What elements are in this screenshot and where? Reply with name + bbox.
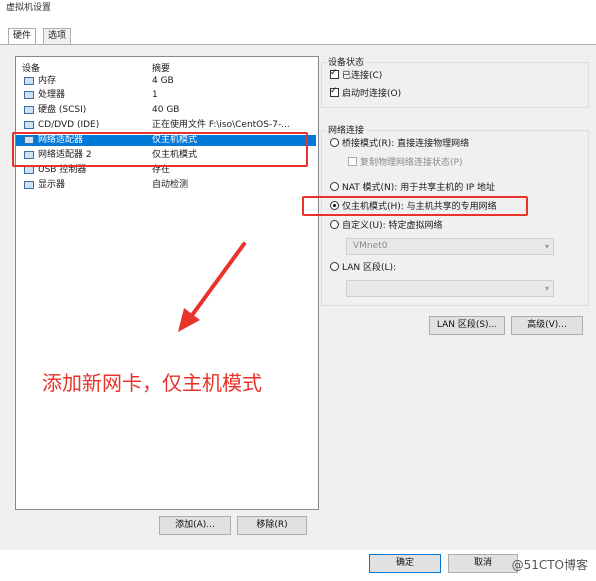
device-row-hard-disk[interactable]: 硬盘 (SCSI) 40 GB xyxy=(16,105,316,116)
network-connection-title: 网络连接 xyxy=(326,123,367,136)
connected-checkbox[interactable]: 已连接(C) xyxy=(330,67,383,82)
lan-segment-select[interactable]: ▾ xyxy=(346,280,554,297)
device-name: 内存 xyxy=(38,76,57,86)
connect-at-power-on-checkbox[interactable]: 启动时连接(O) xyxy=(330,85,402,100)
checkbox-icon xyxy=(330,85,339,97)
device-summary: 自动检测 xyxy=(152,180,189,190)
replicate-state-label: 复制物理网络连接状态(P) xyxy=(360,158,463,168)
device-status-group xyxy=(321,62,589,108)
chevron-down-icon: ▾ xyxy=(544,242,549,251)
custom-label: 自定义(U): 特定虚拟网络 xyxy=(342,221,443,231)
host-only-highlight xyxy=(302,196,528,216)
checkbox-icon xyxy=(348,157,357,166)
device-row-processor[interactable]: 处理器 1 xyxy=(16,90,316,101)
cd-dvd-icon xyxy=(24,121,34,129)
bridged-radio[interactable]: 桥接模式(R): 直接连接物理网络 xyxy=(330,138,469,150)
device-row-memory[interactable]: 内存 4 GB xyxy=(16,76,316,87)
network-adapters-highlight xyxy=(12,132,308,167)
radio-icon xyxy=(330,182,339,191)
add-button[interactable]: 添加(A)... xyxy=(159,516,231,535)
radio-icon xyxy=(330,262,339,271)
device-name: CD/DVD (IDE) xyxy=(38,120,100,130)
advanced-button[interactable]: 高级(V)... xyxy=(511,316,583,335)
hard-disk-icon xyxy=(24,106,34,114)
connect-at-power-on-label: 启动时连接(O) xyxy=(342,89,402,99)
annotation-arrow-icon xyxy=(178,242,246,332)
tab-options[interactable]: 选项 xyxy=(43,28,72,44)
usb-icon xyxy=(24,166,34,174)
annotation-text: 添加新网卡，仅主机模式 xyxy=(42,371,262,395)
device-name: 硬盘 (SCSI) xyxy=(38,105,87,115)
watermark: @51CTO博客 xyxy=(511,558,588,572)
tab-hardware[interactable]: 硬件 xyxy=(8,28,37,45)
device-column-header[interactable]: 设备 xyxy=(22,61,40,74)
connected-label: 已连接(C) xyxy=(342,71,383,81)
custom-network-select[interactable]: VMnet0 ▾ xyxy=(346,238,554,255)
remove-button[interactable]: 移除(R) xyxy=(237,516,307,535)
lan-segments-button[interactable]: LAN 区段(S)... xyxy=(429,316,505,335)
device-summary: 40 GB xyxy=(152,105,180,115)
cancel-button[interactable]: 取消 xyxy=(448,554,518,573)
custom-network-value: VMnet0 xyxy=(353,241,388,251)
custom-radio[interactable]: 自定义(U): 特定虚拟网络 xyxy=(330,220,443,232)
radio-icon xyxy=(330,138,339,147)
device-row-cd-dvd[interactable]: CD/DVD (IDE) 正在使用文件 F:\iso\CentOS-7-... xyxy=(16,120,316,131)
display-icon xyxy=(24,181,34,189)
device-summary: 1 xyxy=(152,90,158,100)
device-row-display[interactable]: 显示器 自动检测 xyxy=(16,180,316,191)
nat-radio[interactable]: NAT 模式(N): 用于共享主机的 IP 地址 xyxy=(330,182,495,194)
memory-icon xyxy=(24,77,34,85)
tab-bar: 硬件 选项 xyxy=(0,28,590,45)
summary-column-header[interactable]: 摘要 xyxy=(152,61,170,74)
lan-segment-label: LAN 区段(L): xyxy=(342,263,397,273)
chevron-down-icon: ▾ xyxy=(544,284,549,293)
window-title: 虚拟机设置 xyxy=(6,3,52,13)
radio-icon xyxy=(330,220,339,229)
device-name: 处理器 xyxy=(38,90,66,100)
device-list[interactable]: 设备 摘要 内存 4 GB 处理器 1 硬盘 (SCSI) 40 GB CD/D… xyxy=(15,56,319,510)
device-summary: 正在使用文件 F:\iso\CentOS-7-... xyxy=(152,120,290,130)
ok-button[interactable]: 确定 xyxy=(369,554,441,573)
processor-icon xyxy=(24,91,34,99)
device-summary: 4 GB xyxy=(152,76,174,86)
lan-segment-radio[interactable]: LAN 区段(L): xyxy=(330,262,396,274)
bridged-label: 桥接模式(R): 直接连接物理网络 xyxy=(342,139,470,149)
device-name: 显示器 xyxy=(38,180,66,190)
checkbox-icon xyxy=(330,67,339,79)
nat-label: NAT 模式(N): 用于共享主机的 IP 地址 xyxy=(342,183,496,193)
replicate-state-checkbox[interactable]: 复制物理网络连接状态(P) xyxy=(348,157,462,169)
